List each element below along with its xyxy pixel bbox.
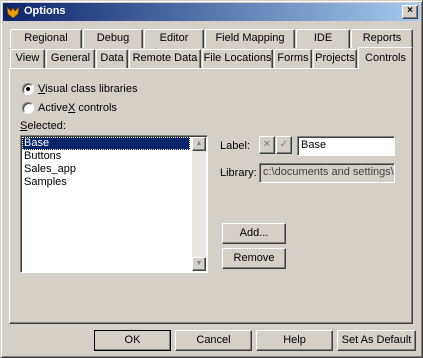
tab-data[interactable]: Data — [96, 49, 128, 68]
scroll-down-button[interactable]: ▼ — [192, 257, 206, 271]
tab-label: File Locations — [203, 52, 272, 64]
tab-reports[interactable]: Reports — [351, 29, 413, 48]
cancel-button[interactable]: Cancel — [175, 330, 252, 351]
visual-class-libraries-label: Visual class libraries — [38, 83, 138, 95]
down-arrow-icon: ▼ — [195, 260, 203, 267]
ok-button[interactable]: OK — [94, 330, 171, 351]
tab-label: IDE — [313, 32, 333, 44]
ok-label: OK — [124, 334, 141, 346]
tab-editor[interactable]: Editor — [144, 29, 204, 48]
activex-controls-label: ActiveX controls — [38, 102, 117, 114]
cancel-label: Cancel — [196, 334, 231, 346]
up-arrow-icon: ▲ — [195, 140, 203, 147]
tab-ide[interactable]: IDE — [296, 29, 350, 48]
set-as-default-button[interactable]: Set As Default — [337, 330, 416, 351]
tab-field-mapping[interactable]: Field Mapping — [205, 29, 295, 48]
tab-file-locations[interactable]: File Locations — [202, 49, 273, 68]
tab-general[interactable]: General — [46, 49, 95, 68]
tab-remote-data[interactable]: Remote Data — [129, 49, 201, 68]
tab-label: View — [15, 52, 40, 64]
radio-button[interactable] — [22, 83, 34, 95]
confirm-edit-button[interactable]: ✓ — [276, 136, 292, 154]
activex-controls-option[interactable]: ActiveX controls — [22, 101, 117, 115]
tab-label: General — [50, 52, 91, 64]
library-caption: Library: — [220, 167, 257, 179]
tab-controls[interactable]: Controls — [358, 47, 413, 69]
tab-projects[interactable]: Projects — [313, 49, 357, 68]
remove-button[interactable]: Remove — [222, 248, 286, 269]
tab-label: Debug — [96, 32, 130, 44]
window-title: Options — [24, 5, 66, 17]
library-path-field: c:\documents and settings\tara — [259, 163, 395, 183]
tab-regional[interactable]: Regional — [10, 29, 82, 48]
tab-label: Editor — [159, 32, 189, 44]
cancel-edit-button[interactable]: ✕ — [259, 136, 275, 154]
check-icon: ✓ — [279, 139, 289, 150]
tab-label: Data — [100, 52, 124, 64]
tab-label: Regional — [24, 32, 68, 44]
tab-debug[interactable]: Debug — [83, 29, 143, 48]
label-caption: Label: — [220, 140, 250, 152]
selected-libraries-list[interactable]: Base Buttons Sales_app Samples ▲ ▼ — [20, 135, 208, 273]
label-input[interactable]: Base — [297, 136, 395, 156]
tab-label: Projects — [315, 52, 355, 64]
tab-view[interactable]: View — [10, 49, 45, 68]
tab-label: Controls — [365, 52, 406, 64]
visual-class-libraries-option[interactable]: Visual class libraries — [22, 82, 137, 96]
list-item[interactable]: Buttons — [22, 150, 190, 163]
list-item[interactable]: Base — [22, 137, 190, 150]
tab-label: Field Mapping — [215, 32, 285, 44]
radio-button[interactable] — [22, 102, 34, 114]
options-dialog: Options × Regional Debug Editor Field Ma… — [0, 0, 423, 358]
cross-icon: ✕ — [262, 139, 272, 150]
close-button[interactable]: × — [402, 5, 418, 19]
help-label: Help — [283, 334, 306, 346]
selected-label: Selected: — [20, 120, 66, 132]
controls-panel: Visual class libraries ActiveX controls … — [9, 68, 413, 324]
list-item[interactable]: Sales_app — [22, 163, 190, 176]
tab-label: Forms — [277, 52, 309, 64]
add-button-label: Add... — [239, 227, 269, 239]
fox-app-icon — [6, 6, 20, 19]
list-item[interactable]: Samples — [22, 176, 190, 189]
add-button[interactable]: Add... — [222, 223, 286, 244]
list-scrollbar[interactable]: ▲ ▼ — [192, 137, 206, 271]
tab-forms[interactable]: Forms — [274, 49, 312, 68]
close-icon: × — [407, 5, 413, 16]
help-button[interactable]: Help — [256, 330, 333, 351]
remove-button-label: Remove — [233, 252, 275, 264]
tab-label: Reports — [362, 32, 402, 44]
set-as-default-label: Set As Default — [341, 334, 412, 346]
tab-label: Remote Data — [132, 52, 198, 64]
title-bar: Options × — [3, 3, 420, 21]
scroll-up-button[interactable]: ▲ — [192, 137, 206, 151]
